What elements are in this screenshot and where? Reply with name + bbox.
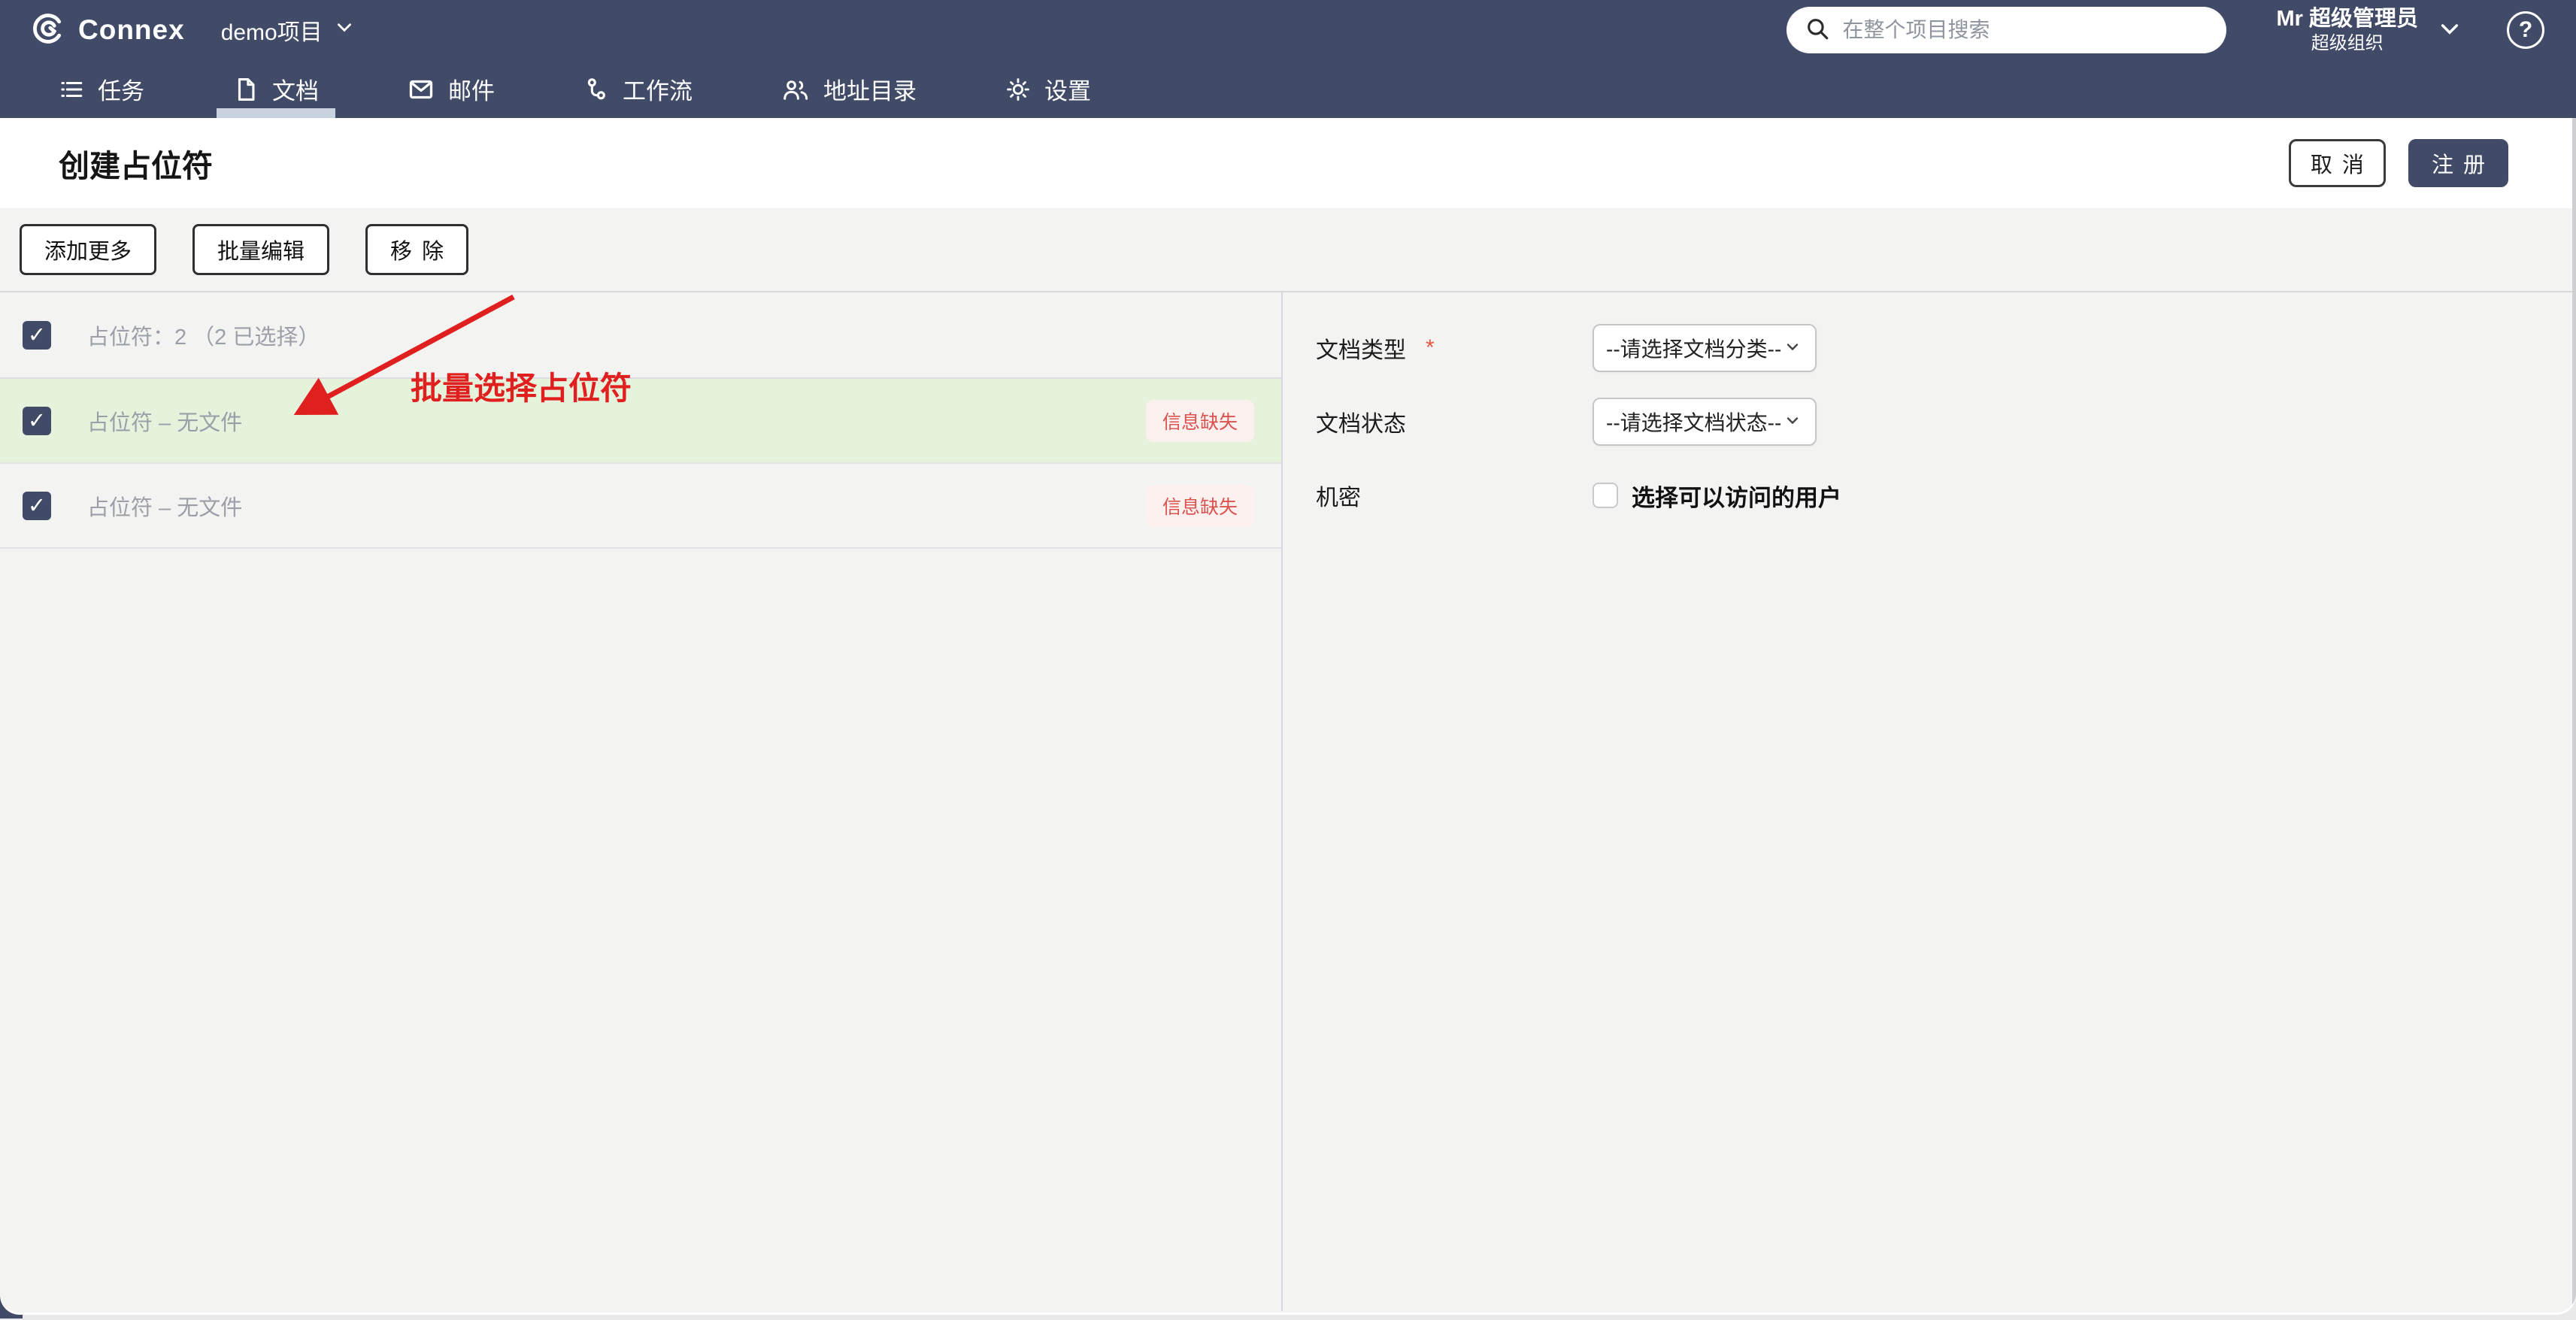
confidential-checkbox-label: 选择可以访问的用户	[1632, 479, 1841, 513]
register-button[interactable]: 注册	[2408, 139, 2508, 187]
tab-directory[interactable]: 地址目录	[760, 60, 938, 118]
bulk-edit-button[interactable]: 批量编辑	[192, 224, 329, 275]
select-chevron-icon	[1784, 338, 1802, 359]
list-item[interactable]: 占位符 – 无文件 信息缺失	[0, 379, 1281, 464]
doc-status-label: 文档状态	[1316, 405, 1406, 438]
search-icon	[1805, 16, 1830, 45]
missing-info-badge: 信息缺失	[1146, 485, 1254, 527]
project-selector[interactable]: demo项目	[221, 14, 354, 47]
list-toolbar: 添加更多 批量编辑 移除	[0, 208, 2576, 292]
connex-logo-icon	[32, 12, 65, 49]
add-more-button[interactable]: 添加更多	[20, 224, 156, 275]
row-title: 占位符 – 无文件	[87, 405, 242, 437]
page-header: 创建占位符 取消 注册	[0, 118, 2576, 208]
directory-people-icon	[781, 77, 810, 102]
tab-label: 地址目录	[823, 72, 917, 106]
tab-label: 文档	[272, 72, 319, 106]
remove-button[interactable]: 移除	[365, 224, 468, 275]
doc-type-label: 文档类型	[1316, 332, 1406, 365]
list-summary-row: 占位符：2 （2 已选择）	[0, 292, 1281, 379]
user-chevron-down-icon[interactable]	[2438, 17, 2462, 44]
doc-status-field: 文档状态 --请选择文档状态--	[1316, 398, 2576, 446]
top-bar: Connex demo项目 Mr 超级管理员 超级组织 ?	[0, 0, 2576, 60]
missing-info-badge: 信息缺失	[1146, 400, 1254, 442]
details-form-panel: 文档类型 * --请选择文档分类-- 文档状态 --请	[1283, 292, 2576, 1311]
search-input[interactable]	[1842, 18, 2208, 42]
tab-settings[interactable]: 设置	[984, 60, 1112, 118]
project-selector-label: demo项目	[221, 14, 323, 47]
select-all-checkbox[interactable]	[23, 321, 51, 350]
user-org: 超级组织	[2311, 32, 2384, 55]
required-asterisk: *	[1426, 335, 1435, 361]
tab-workflow[interactable]: 工作流	[562, 60, 714, 118]
mail-icon	[408, 76, 435, 103]
user-name: Mr 超级管理员	[2276, 5, 2418, 32]
user-menu[interactable]: Mr 超级管理员 超级组织	[2276, 5, 2418, 55]
tab-tasks[interactable]: 任务	[38, 60, 165, 118]
tasks-icon	[59, 77, 84, 102]
row-checkbox[interactable]	[23, 492, 51, 520]
tab-label: 工作流	[623, 72, 692, 106]
list-summary: 占位符：2 （2 已选择）	[87, 319, 320, 351]
settings-gear-icon	[1005, 77, 1031, 102]
tab-documents[interactable]: 文档	[212, 60, 340, 118]
content-area: 添加更多 批量编辑 移除 占位符：2 （2 已选择） 占位符 – 无文件 信息缺…	[0, 208, 2576, 1312]
scrollbar[interactable]	[2572, 118, 2576, 1306]
logo[interactable]: Connex	[32, 12, 185, 49]
logo-text: Connex	[78, 14, 185, 46]
tab-mail[interactable]: 邮件	[386, 60, 516, 118]
doc-type-select[interactable]: --请选择文档分类--	[1593, 324, 1817, 372]
row-title: 占位符 – 无文件	[87, 490, 242, 522]
tab-label: 设置	[1044, 72, 1091, 106]
doc-type-field: 文档类型 * --请选择文档分类--	[1316, 324, 2576, 372]
list-item[interactable]: 占位符 – 无文件 信息缺失	[0, 464, 1281, 549]
row-checkbox[interactable]	[23, 407, 51, 435]
doc-status-select[interactable]: --请选择文档状态--	[1593, 398, 1817, 446]
tab-label: 任务	[98, 72, 144, 106]
cancel-button[interactable]: 取消	[2289, 139, 2386, 187]
help-icon[interactable]: ?	[2507, 11, 2544, 49]
global-search	[1787, 7, 2226, 53]
confidential-field: 机密 选择可以访问的用户	[1316, 471, 2576, 519]
placeholder-list-panel: 占位符：2 （2 已选择） 占位符 – 无文件 信息缺失 占位符 – 无文件 信…	[0, 292, 1283, 1311]
app-window: Connex demo项目 Mr 超级管理员 超级组织 ?	[0, 0, 2576, 1312]
chevron-down-icon	[335, 17, 354, 43]
nav-tab-bar: 任务 文档 邮件 工作流 地址目录	[0, 60, 2576, 118]
confidential-label: 机密	[1316, 479, 1361, 512]
workflow-icon	[583, 77, 609, 102]
confidential-checkbox[interactable]	[1593, 483, 1618, 508]
document-icon	[233, 77, 259, 102]
select-chevron-icon	[1784, 411, 1802, 433]
page-title: 创建占位符	[59, 141, 213, 186]
tab-label: 邮件	[448, 72, 495, 106]
